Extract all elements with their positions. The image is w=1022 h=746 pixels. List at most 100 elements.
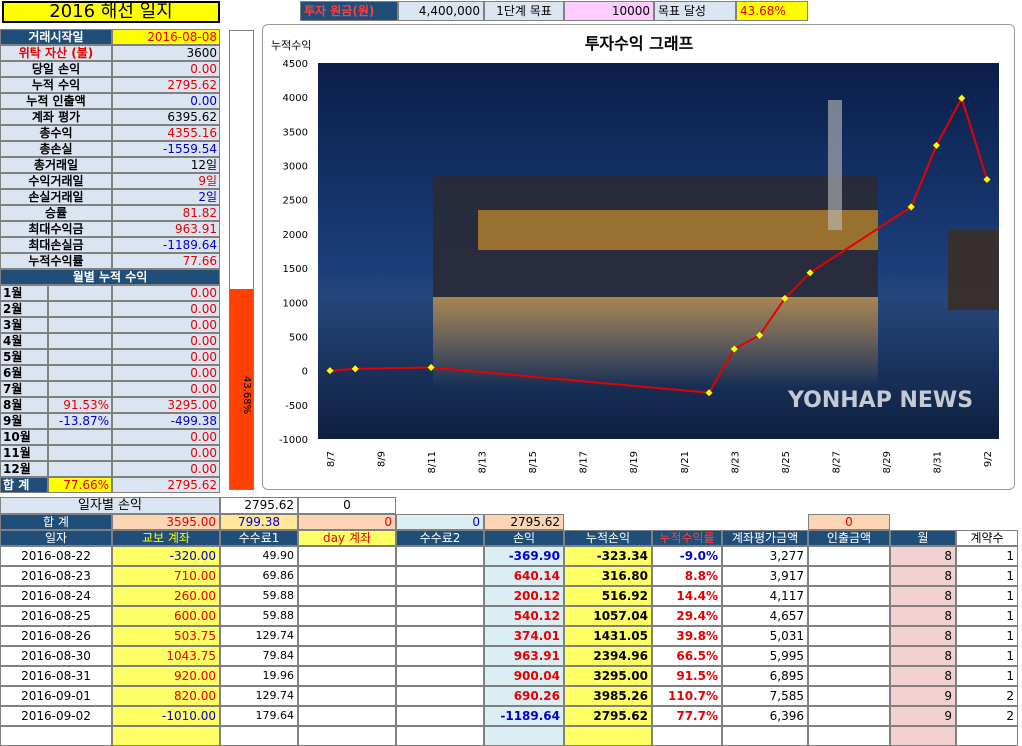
table-cell[interactable] <box>808 646 890 666</box>
column-header[interactable]: 손익 <box>484 530 564 546</box>
summary-value[interactable]: 81.82 <box>112 205 220 221</box>
monthly-value[interactable]: 0.00 <box>112 285 220 301</box>
summary-value[interactable]: 2016-08-08 <box>112 29 220 45</box>
summary-value[interactable]: 3600 <box>112 45 220 61</box>
table-cell[interactable] <box>298 646 396 666</box>
table-cell[interactable] <box>484 726 564 746</box>
table-cell[interactable]: 920.00 <box>112 666 220 686</box>
table-cell[interactable]: -320.00 <box>112 546 220 566</box>
monthly-pct[interactable]: 91.53% <box>48 397 112 413</box>
daily-total-top[interactable]: 2795.62 <box>220 497 298 514</box>
table-cell[interactable]: 1 <box>956 606 1018 626</box>
summary-value[interactable]: 0.00 <box>112 93 220 109</box>
table-cell[interactable]: 2394.96 <box>564 646 652 666</box>
table-cell[interactable]: 710.00 <box>112 566 220 586</box>
summary-value[interactable]: 9일 <box>112 173 220 189</box>
table-cell[interactable]: 4,657 <box>722 606 808 626</box>
monthly-pct[interactable] <box>48 445 112 461</box>
table-cell[interactable]: 4,117 <box>722 586 808 606</box>
table-cell[interactable]: 8 <box>890 586 956 606</box>
table-cell[interactable]: 3,917 <box>722 566 808 586</box>
table-cell[interactable] <box>0 726 112 746</box>
table-cell[interactable] <box>298 626 396 646</box>
monthly-value[interactable]: 2795.62 <box>112 477 220 493</box>
column-header[interactable]: 교보 계좌 <box>112 530 220 546</box>
table-cell[interactable]: 2795.62 <box>564 706 652 726</box>
table-cell[interactable]: 8.8% <box>652 566 722 586</box>
table-cell[interactable]: 1431.05 <box>564 626 652 646</box>
column-header[interactable]: 월 <box>890 530 956 546</box>
summary-value[interactable]: 77.66 <box>112 253 220 269</box>
monthly-pct[interactable]: -13.87% <box>48 413 112 429</box>
column-header[interactable]: 일자 <box>0 530 112 546</box>
table-cell[interactable]: 66.5% <box>652 646 722 666</box>
column-header[interactable]: 누적수익률 <box>652 530 722 546</box>
table-cell[interactable]: 8 <box>890 606 956 626</box>
totals-fee2[interactable]: 0 <box>396 514 484 530</box>
monthly-value[interactable]: 0.00 <box>112 333 220 349</box>
table-cell[interactable] <box>808 666 890 686</box>
table-cell[interactable]: 3,277 <box>722 546 808 566</box>
goal-label[interactable]: 목표 달성 <box>654 1 736 21</box>
stage-label[interactable]: 1단계 목표 <box>484 1 564 21</box>
table-cell[interactable] <box>722 726 808 746</box>
table-cell[interactable]: 8 <box>890 646 956 666</box>
table-cell[interactable]: 963.91 <box>484 646 564 666</box>
table-cell[interactable]: -1189.64 <box>484 706 564 726</box>
stage-value[interactable]: 10000 <box>564 1 654 21</box>
column-header[interactable]: 인출금액 <box>808 530 890 546</box>
table-cell[interactable]: 200.12 <box>484 586 564 606</box>
summary-value[interactable]: 2일 <box>112 189 220 205</box>
table-cell[interactable]: 129.74 <box>220 686 298 706</box>
table-cell[interactable]: 59.88 <box>220 606 298 626</box>
monthly-pct[interactable] <box>48 461 112 477</box>
table-cell[interactable]: 2016-08-22 <box>0 546 112 566</box>
table-cell[interactable]: 3295.00 <box>564 666 652 686</box>
table-cell[interactable]: 316.80 <box>564 566 652 586</box>
column-header[interactable]: 계약수 <box>956 530 1018 546</box>
table-cell[interactable] <box>956 726 1018 746</box>
table-cell[interactable]: 8 <box>890 626 956 646</box>
table-cell[interactable]: 129.74 <box>220 626 298 646</box>
table-cell[interactable]: 3985.26 <box>564 686 652 706</box>
summary-value[interactable]: 4355.16 <box>112 125 220 141</box>
table-cell[interactable] <box>396 566 484 586</box>
table-cell[interactable] <box>396 666 484 686</box>
table-cell[interactable]: 5,995 <box>722 646 808 666</box>
monthly-value[interactable]: 0.00 <box>112 365 220 381</box>
table-cell[interactable]: 5,031 <box>722 626 808 646</box>
table-cell[interactable]: 19.96 <box>220 666 298 686</box>
summary-value[interactable]: -1189.64 <box>112 237 220 253</box>
table-cell[interactable]: -9.0% <box>652 546 722 566</box>
table-cell[interactable] <box>808 566 890 586</box>
principal-label[interactable]: 투자 원금(원) <box>300 1 398 21</box>
table-cell[interactable]: 77.7% <box>652 706 722 726</box>
table-cell[interactable]: 690.26 <box>484 686 564 706</box>
table-cell[interactable] <box>808 546 890 566</box>
table-cell[interactable]: 8 <box>890 546 956 566</box>
column-header[interactable]: day 계좌 <box>298 530 396 546</box>
totals-day[interactable]: 0 <box>298 514 396 530</box>
monthly-pct[interactable] <box>48 317 112 333</box>
daily-zero-top[interactable]: 0 <box>298 497 396 514</box>
table-cell[interactable]: 2016-08-25 <box>0 606 112 626</box>
table-cell[interactable]: -369.90 <box>484 546 564 566</box>
totals-fee1[interactable]: 799.38 <box>220 514 298 530</box>
table-cell[interactable]: 69.86 <box>220 566 298 586</box>
principal-value[interactable]: 4,400,000 <box>398 1 484 21</box>
table-cell[interactable] <box>808 586 890 606</box>
table-cell[interactable]: 8 <box>890 566 956 586</box>
table-cell[interactable]: 49.90 <box>220 546 298 566</box>
table-cell[interactable]: 1 <box>956 566 1018 586</box>
monthly-value[interactable]: 0.00 <box>112 317 220 333</box>
monthly-pct[interactable] <box>48 365 112 381</box>
table-cell[interactable]: 516.92 <box>564 586 652 606</box>
table-cell[interactable] <box>808 726 890 746</box>
table-cell[interactable]: 179.64 <box>220 706 298 726</box>
table-cell[interactable]: 2016-08-26 <box>0 626 112 646</box>
monthly-value[interactable]: 0.00 <box>112 461 220 477</box>
table-cell[interactable] <box>808 626 890 646</box>
table-cell[interactable] <box>112 726 220 746</box>
table-cell[interactable]: 2 <box>956 706 1018 726</box>
table-cell[interactable]: 79.84 <box>220 646 298 666</box>
